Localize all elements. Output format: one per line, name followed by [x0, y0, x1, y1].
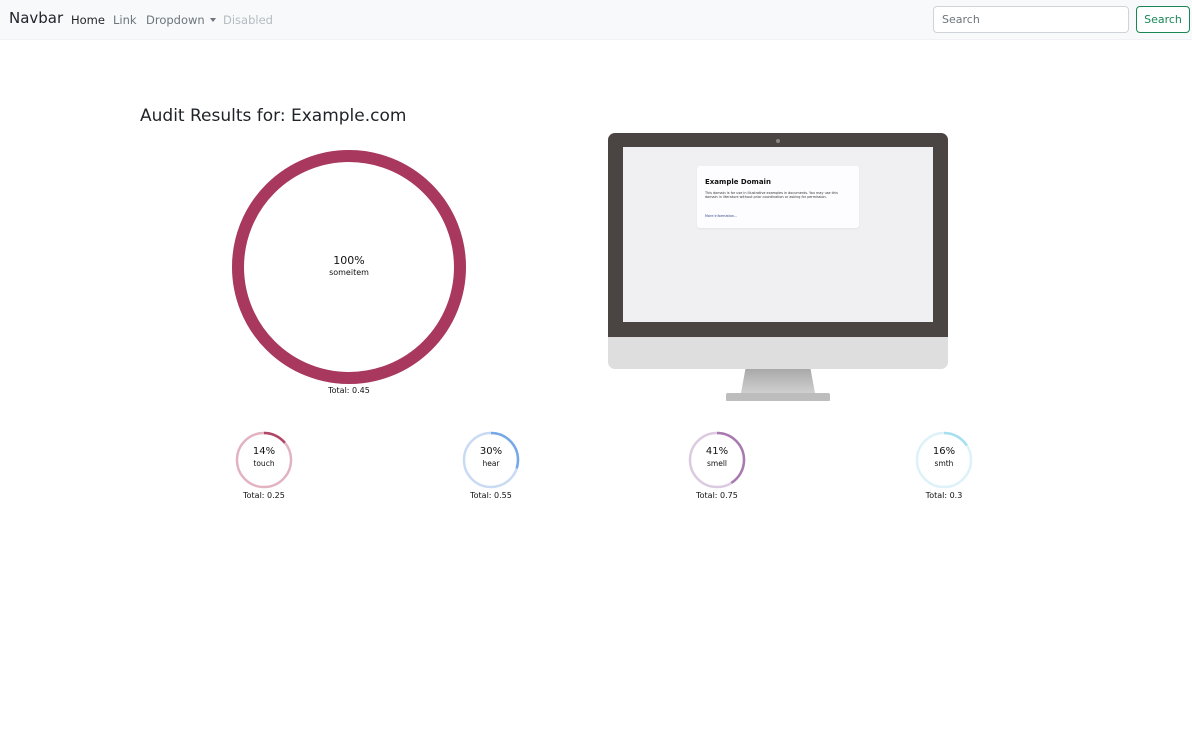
gauge-percent: 41% [705, 446, 729, 457]
gauge-percent: 16% [932, 446, 956, 457]
gauge-label: hear [482, 459, 500, 468]
gauge-label: touch [253, 459, 275, 468]
nav-dropdown[interactable]: Dropdown [146, 13, 216, 27]
gauge-label: smell [707, 459, 727, 468]
nav-link-home[interactable]: Home [71, 13, 105, 27]
chevron-down-icon [209, 18, 216, 22]
gauge-label: smth [934, 459, 954, 468]
preview-link[interactable]: More information... [705, 214, 737, 218]
gauge-percent: 30% [479, 446, 503, 457]
monitor-stand-base [726, 393, 830, 401]
nav-dropdown-label: Dropdown [146, 13, 205, 27]
gauge-smth: 16% smth [914, 430, 974, 490]
main-gauge-label: someitem [329, 268, 369, 277]
page-title: Audit Results for: Example.com [140, 106, 407, 126]
monitor-stand-neck [741, 369, 815, 393]
navbar: Navbar Home Link Dropdown Disabled Searc… [0, 0, 1192, 40]
search-input[interactable] [933, 6, 1129, 33]
main-gauge-ring [232, 150, 466, 384]
main-gauge-percent: 100% [333, 254, 365, 267]
gauge-hear: 30% hear [461, 430, 521, 490]
monitor-bezel: Example Domain This domain is for use in… [608, 133, 948, 337]
search-button[interactable]: Search [1136, 6, 1190, 33]
monitor-chin [608, 337, 948, 369]
camera-icon [776, 139, 780, 143]
main-gauge-total: Total: 0.45 [328, 386, 370, 395]
nav-link-link[interactable]: Link [113, 13, 137, 27]
gauge-total: Total: 0.55 [470, 491, 512, 500]
main-gauge-arc [232, 150, 466, 384]
monitor-screen: Example Domain This domain is for use in… [623, 147, 933, 322]
gauge-percent: 14% [252, 446, 276, 457]
gauge-touch: 14% touch [234, 430, 294, 490]
gauge-total: Total: 0.75 [696, 491, 738, 500]
gauge-total: Total: 0.25 [243, 491, 285, 500]
preview-card: Example Domain This domain is for use in… [697, 166, 859, 228]
gauge-smell: 41% smell [687, 430, 747, 490]
nav-link-disabled: Disabled [223, 13, 273, 27]
main-gauge: 100% someitem [229, 147, 469, 387]
preview-heading: Example Domain [705, 178, 771, 186]
gauge-total: Total: 0.3 [925, 491, 963, 500]
navbar-brand[interactable]: Navbar [9, 9, 63, 27]
monitor-preview: Example Domain This domain is for use in… [608, 133, 948, 403]
preview-body: This domain is for use in illustrative e… [705, 191, 838, 199]
